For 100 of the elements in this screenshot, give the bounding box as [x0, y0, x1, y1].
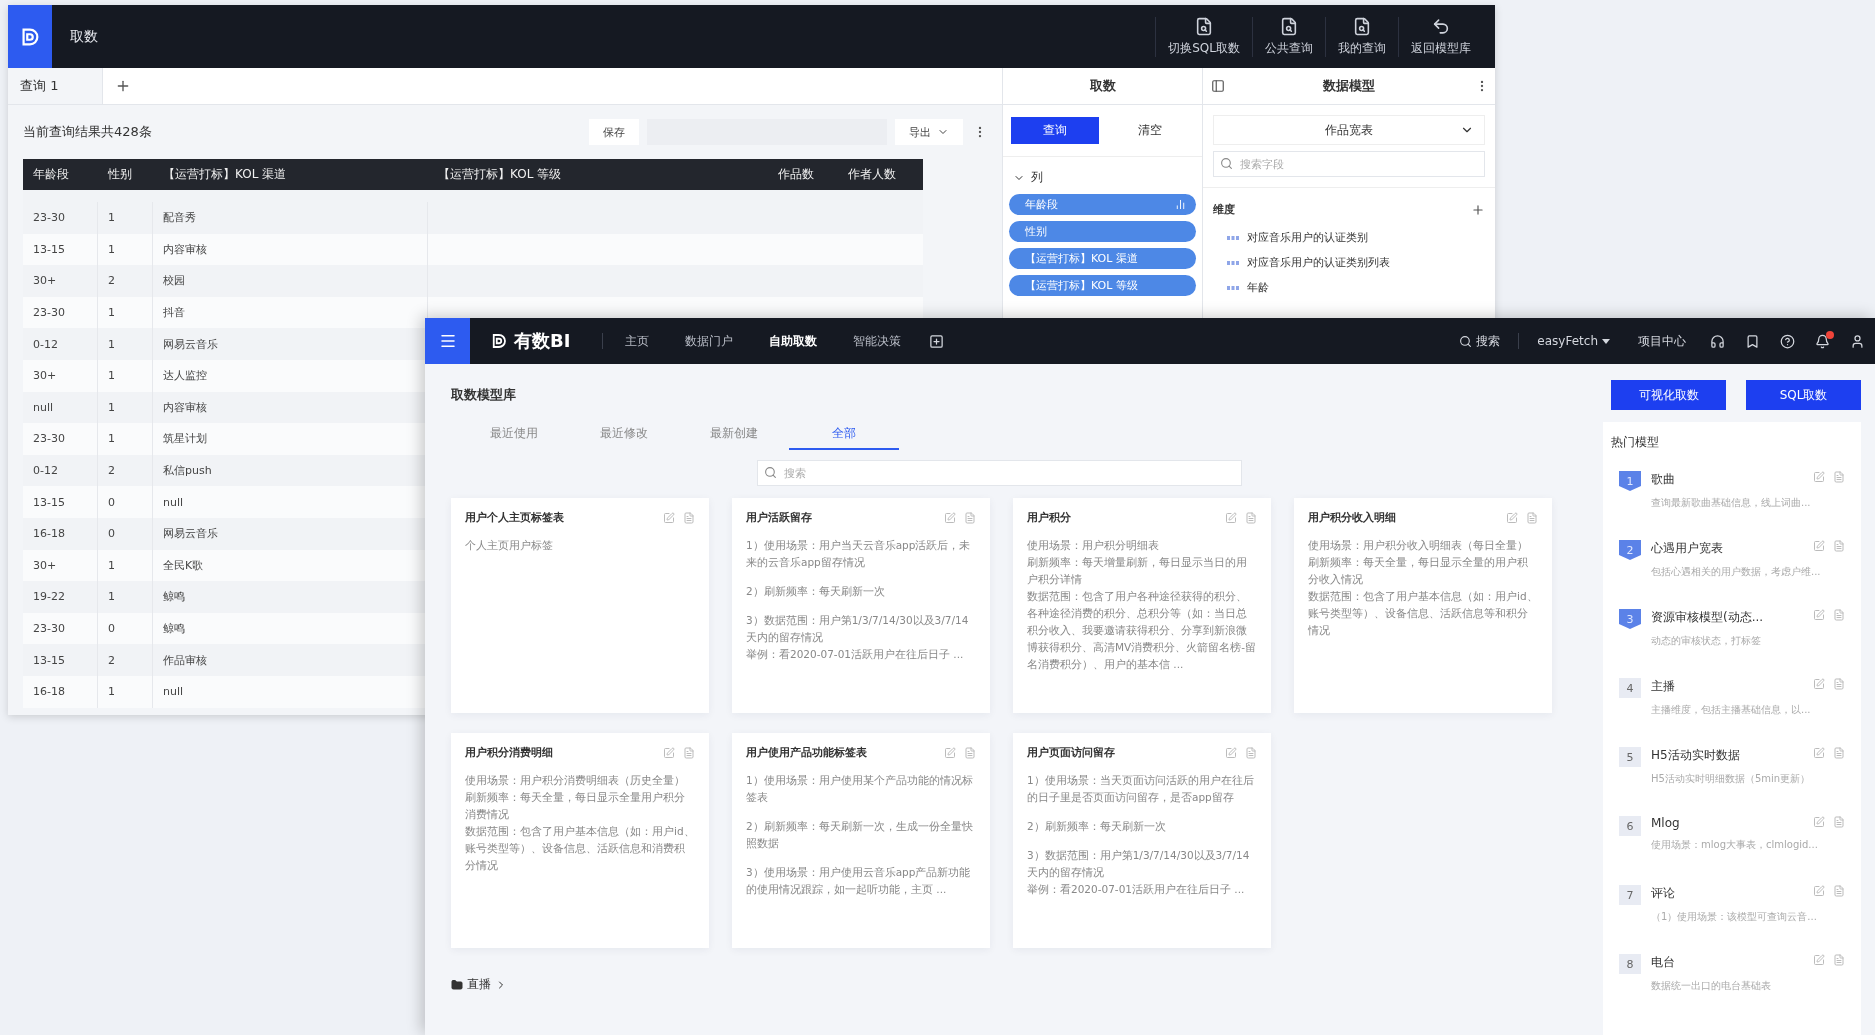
header-action[interactable]: 切换SQL取数	[1155, 16, 1252, 57]
header-action[interactable]: 公共查询	[1252, 16, 1325, 57]
section-toggle[interactable]: 列	[1003, 157, 1202, 194]
document-icon[interactable]	[1245, 511, 1257, 524]
card-title: 用户个人主页标签表	[465, 510, 564, 525]
save-button[interactable]: 保存	[589, 119, 639, 145]
edit-icon[interactable]	[1225, 511, 1237, 524]
nav-link[interactable]: 智能决策	[853, 332, 902, 350]
model-card[interactable]: 用户积分收入明细 使用场景：用户积分收入明细表（每日全量） 刷新频率：每天全量，每日显示全量的用户积分收入情况 数据范围：包含了用户基本信息（如：用户id、账号类型等）、设备信息、活跃信息等和积分情况	[1294, 498, 1552, 713]
document-icon[interactable]	[1833, 540, 1845, 552]
model-select[interactable]: 作品宽表	[1213, 115, 1485, 145]
document-icon[interactable]	[1833, 885, 1845, 897]
table-cell: 校园	[153, 265, 428, 297]
rank-badge: 7	[1619, 885, 1641, 905]
dimension-field[interactable]: 对应音乐用户的认证类别	[1247, 230, 1368, 245]
dimension-field[interactable]: 年龄	[1247, 280, 1269, 295]
collapse-button[interactable]	[1211, 79, 1225, 93]
edit-icon[interactable]	[1813, 747, 1825, 759]
sql-query-button[interactable]: SQL取数	[1746, 380, 1861, 410]
panel-title: 取数	[1089, 77, 1116, 95]
document-icon[interactable]	[1833, 954, 1845, 966]
dimension-field[interactable]: 对应音乐用户的认证类别列表	[1247, 255, 1390, 270]
model-name[interactable]: 主播	[1651, 678, 1675, 695]
table-cell: 13-15	[23, 486, 98, 518]
edit-icon[interactable]	[663, 746, 675, 759]
edit-icon[interactable]	[663, 511, 675, 524]
edit-icon[interactable]	[1813, 954, 1825, 966]
query-tab[interactable]: 查询 1	[8, 68, 103, 104]
model-name[interactable]: 心遇用户宽表	[1651, 540, 1723, 557]
search-field[interactable]: 搜索字段	[1213, 151, 1485, 177]
model-name[interactable]: 歌曲	[1651, 471, 1675, 488]
edit-icon[interactable]	[1813, 609, 1825, 621]
field-pill[interactable]: 【运营打标】KOL 等级	[1009, 275, 1196, 296]
visual-query-button[interactable]: 可视化取数	[1611, 380, 1726, 410]
card-description: 1）使用场景：当天页面访问活跃的用户在往后的日子里是否页面访问留存，是否app留存	[1027, 773, 1255, 805]
search-link[interactable]: 搜索	[1459, 332, 1501, 350]
header-action[interactable]: 我的查询	[1325, 16, 1398, 57]
result-summary: 当前查询结果共428条	[23, 123, 152, 141]
card-title: 用户积分	[1027, 510, 1071, 525]
query-button[interactable]: 查询	[1011, 117, 1099, 144]
document-icon[interactable]	[1526, 511, 1538, 524]
help-button[interactable]	[1780, 333, 1795, 349]
project-center-link[interactable]: 项目中心	[1638, 332, 1686, 350]
headset-button[interactable]	[1710, 333, 1725, 349]
model-name[interactable]: 电台	[1651, 954, 1675, 971]
edit-icon[interactable]	[1813, 816, 1825, 828]
edit-icon[interactable]	[1813, 678, 1825, 690]
card-description: 使用场景：用户积分收入明细表（每日全量）	[1308, 538, 1529, 553]
card-description: 2）刷新频率：每天刷新一次	[1027, 819, 1167, 834]
filter-tab[interactable]: 全部	[789, 418, 899, 450]
document-icon[interactable]	[683, 511, 695, 524]
model-card[interactable]: 用户使用产品功能标签表 1）使用场景：用户使用某个产品功能的情况标签表 2）刷新频率：每天刷新一次，生成一份全量快照数据 3）使用场景：用户使用云音乐app产品新功能的使用情况跟踪，如一起听功能，主页 ...	[732, 733, 990, 948]
edit-icon[interactable]	[1225, 746, 1237, 759]
edit-icon[interactable]	[1813, 540, 1825, 552]
field-pill[interactable]: 年龄段	[1009, 194, 1196, 215]
document-icon[interactable]	[1833, 747, 1845, 759]
document-icon[interactable]	[1833, 678, 1845, 690]
search-field[interactable]: 搜索	[756, 460, 1242, 486]
project-dropdown[interactable]: easyFetch	[1537, 334, 1610, 348]
document-icon[interactable]	[1833, 471, 1845, 483]
model-card[interactable]: 用户页面访问留存 1）使用场景：当天页面访问活跃的用户在往后的日子里是否页面访问留存，是否app留存 2）刷新频率：每天刷新一次 3）数据范围：用户第1/3/7/14/30以及3/7/14天内的留存情况 举例：看2020-07-01活跃用户在往后日子 ...	[1013, 733, 1271, 948]
model-description: 主播维度，包括主播基础信息，以...	[1651, 703, 1812, 717]
user-button[interactable]	[1850, 333, 1865, 349]
model-name[interactable]: 评论	[1651, 885, 1675, 902]
nav-link[interactable]: 主页	[625, 332, 650, 350]
model-description: （1）使用场景：该模型可查询云音...	[1651, 910, 1818, 924]
model-card[interactable]: 用户活跃留存 1）使用场景：用户当天云音乐app活跃后，未来的云音乐app留存情况 2）刷新频率：每天刷新一次 3）数据范围：用户第1/3/7/14/30以及3/7/14天内的留存情况 举例：看2020-07-01活跃用户在往后日子 ...	[732, 498, 990, 713]
model-card[interactable]: 用户积分 使用场景：用户积分明细表 刷新频率：每天增量刷新，每日显示当日的用户积分详情 数据范围：包含了用户各种途径获得的积分、各种途径消费的积分、总积分等（如：当日总积分收入、我要邀请获得积分、分享到新浪微博获得积分、高清MV消费积分、火箭留名榜-留名消费积分）、用户的基本信 ...	[1013, 498, 1271, 713]
model-name[interactable]: H5活动实时数据	[1651, 747, 1740, 764]
model-name[interactable]: Mlog	[1651, 816, 1680, 830]
export-button[interactable]: 导出	[895, 119, 963, 145]
edit-icon[interactable]	[1813, 471, 1825, 483]
document-icon[interactable]	[683, 746, 695, 759]
edit-icon[interactable]	[1813, 885, 1825, 897]
field-pill[interactable]: 性别	[1009, 221, 1196, 242]
card-description: 数据范围：包含了用户各种途径获得的积分、各种途径消费的积分、总积分等（如：当日总积分收入、我要邀请获得积分、分享到新浪微博获得积分、高清MV消费积分、火箭留名榜-留名消费积分）、用户的基本信 ...	[1027, 589, 1257, 672]
folder-link[interactable]: 直播	[451, 976, 1577, 993]
bookmark-button[interactable]	[1745, 333, 1760, 349]
add-button[interactable]	[929, 333, 945, 349]
document-icon[interactable]	[1245, 746, 1257, 759]
header-action[interactable]: 返回模型库	[1398, 16, 1483, 57]
field-pill[interactable]: 【运营打标】KOL 渠道	[1009, 248, 1196, 269]
edit-icon[interactable]	[1506, 511, 1518, 524]
model-card[interactable]: 用户积分消费明细 使用场景：用户积分消费明细表（历史全量） 刷新频率：每天全量，每日显示全量用户积分消费情况 数据范围：包含了用户基本信息（如：用户id、账号类型等）、设备信息、活跃信息和消费积分情况	[451, 733, 709, 948]
document-icon[interactable]	[1833, 816, 1845, 828]
edit-icon[interactable]	[944, 511, 956, 524]
edit-icon[interactable]	[944, 746, 956, 759]
menu-button[interactable]	[425, 318, 470, 364]
rank-badge: 4	[1619, 678, 1641, 698]
document-icon[interactable]	[1833, 609, 1845, 621]
model-card[interactable]: 用户个人主页标签表 个人主页用户标签	[451, 498, 709, 713]
table-cell: 2	[98, 644, 153, 676]
nav-link[interactable]: 自助取数	[769, 332, 818, 350]
document-icon[interactable]	[964, 511, 976, 524]
rank-badge: 1	[1619, 471, 1641, 491]
nav-link[interactable]: 数据门户	[685, 332, 734, 350]
document-icon[interactable]	[964, 746, 976, 759]
model-name[interactable]: 资源审核模型(动态...	[1651, 609, 1764, 626]
card-description: 2）刷新频率：每天刷新一次，生成一份全量快照数据	[746, 819, 974, 851]
table-cell: 0	[98, 517, 153, 550]
